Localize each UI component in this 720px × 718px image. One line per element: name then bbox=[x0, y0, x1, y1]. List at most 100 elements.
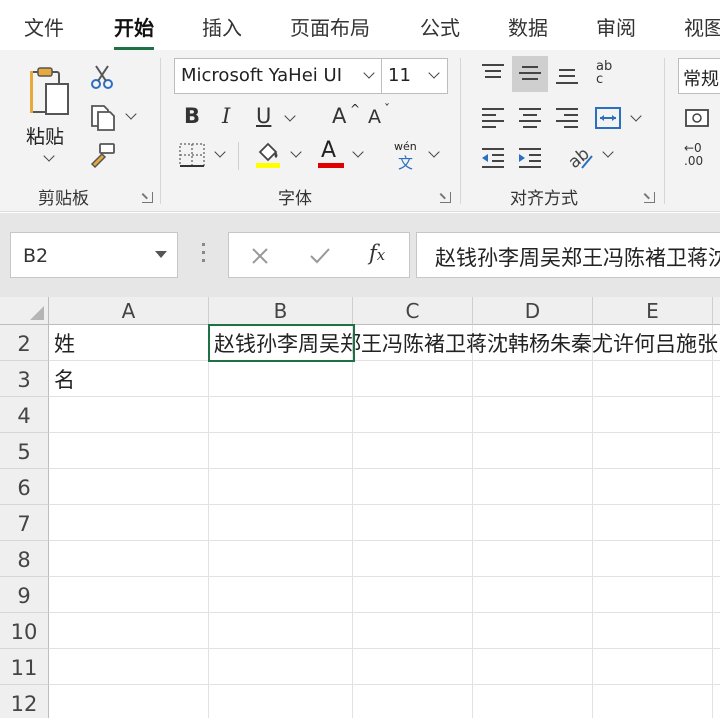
font-color-dropdown-icon[interactable] bbox=[352, 146, 364, 158]
cell-e6[interactable] bbox=[593, 469, 713, 505]
tab-insert[interactable]: 插入 bbox=[202, 12, 242, 41]
column-header-e[interactable]: E bbox=[593, 297, 713, 325]
wrap-text-button[interactable]: ab c bbox=[596, 60, 626, 94]
formula-input[interactable]: 赵钱孙李周吴郑王冯陈褚卫蒋沈韩杨朱秦尤许何吕施张 bbox=[416, 232, 720, 278]
cell-b4[interactable] bbox=[209, 397, 353, 433]
align-right-icon[interactable] bbox=[554, 106, 580, 128]
cell-b6[interactable] bbox=[209, 469, 353, 505]
font-name-select[interactable]: Microsoft YaHei UI bbox=[174, 58, 382, 94]
fill-color-dropdown-icon[interactable] bbox=[290, 146, 302, 158]
paste-button[interactable]: 粘贴 bbox=[22, 60, 78, 170]
tab-formulas[interactable]: 公式 bbox=[420, 12, 460, 41]
tab-file[interactable]: 文件 bbox=[24, 12, 64, 41]
increase-indent-icon[interactable] bbox=[517, 146, 543, 170]
cell-f9[interactable] bbox=[713, 577, 720, 613]
formula-bar-grip-icon[interactable] bbox=[202, 243, 205, 265]
orientation-dropdown-icon[interactable] bbox=[602, 146, 614, 158]
orientation-icon[interactable]: ab bbox=[566, 142, 596, 170]
align-center-icon[interactable] bbox=[517, 106, 543, 128]
cell-f11[interactable] bbox=[713, 649, 720, 685]
cell-a10[interactable] bbox=[49, 613, 209, 649]
cell-c10[interactable] bbox=[353, 613, 473, 649]
cell-a3[interactable]: 名 bbox=[49, 361, 209, 397]
cell-b12[interactable] bbox=[209, 685, 353, 718]
cell-d12[interactable] bbox=[473, 685, 593, 718]
insert-function-icon[interactable]: fx bbox=[369, 241, 385, 265]
copy-dropdown-icon[interactable] bbox=[125, 108, 137, 120]
cell-c12[interactable] bbox=[353, 685, 473, 718]
cell-a5[interactable] bbox=[49, 433, 209, 469]
cell-b3[interactable] bbox=[209, 361, 353, 397]
alignment-launcher-icon[interactable] bbox=[644, 192, 655, 203]
cell-d4[interactable] bbox=[473, 397, 593, 433]
cell-d8[interactable] bbox=[473, 541, 593, 577]
row-header-4[interactable]: 4 bbox=[0, 397, 49, 433]
column-header-f[interactable] bbox=[713, 297, 720, 325]
cell-a4[interactable] bbox=[49, 397, 209, 433]
font-color-button[interactable]: A bbox=[316, 138, 346, 170]
cell-f7[interactable] bbox=[713, 505, 720, 541]
cell-e5[interactable] bbox=[593, 433, 713, 469]
cell-a2[interactable]: 姓 bbox=[49, 325, 209, 361]
cell-e9[interactable] bbox=[593, 577, 713, 613]
borders-icon[interactable] bbox=[178, 142, 206, 168]
cell-c3[interactable] bbox=[353, 361, 473, 397]
select-all-button[interactable] bbox=[0, 297, 49, 325]
align-top-icon[interactable] bbox=[480, 62, 506, 84]
cell-c7[interactable] bbox=[353, 505, 473, 541]
cell-b5[interactable] bbox=[209, 433, 353, 469]
decrease-font-button[interactable]: A bbox=[368, 106, 381, 128]
tab-review[interactable]: 审阅 bbox=[596, 12, 636, 41]
cell-e7[interactable] bbox=[593, 505, 713, 541]
cell-c6[interactable] bbox=[353, 469, 473, 505]
align-left-icon[interactable] bbox=[480, 106, 506, 128]
cell-e11[interactable] bbox=[593, 649, 713, 685]
cell-b8[interactable] bbox=[209, 541, 353, 577]
underline-button[interactable]: U bbox=[256, 104, 271, 128]
clipboard-launcher-icon[interactable] bbox=[142, 192, 153, 203]
font-size-select[interactable]: 11 bbox=[382, 58, 448, 94]
row-header-5[interactable]: 5 bbox=[0, 433, 49, 469]
number-format-select[interactable]: 常规 bbox=[678, 58, 720, 94]
cell-c11[interactable] bbox=[353, 649, 473, 685]
copy-icon[interactable] bbox=[88, 104, 116, 132]
phonetic-button[interactable]: wén 文 bbox=[392, 138, 422, 172]
merge-dropdown-icon[interactable] bbox=[630, 110, 642, 122]
increase-decimal-icon[interactable]: ←0.00 bbox=[684, 142, 703, 168]
row-header-3[interactable]: 3 bbox=[0, 361, 49, 397]
accounting-format-icon[interactable] bbox=[684, 106, 714, 130]
fill-color-icon[interactable] bbox=[254, 140, 282, 170]
column-header-c[interactable]: C bbox=[353, 297, 473, 325]
cell-a12[interactable] bbox=[49, 685, 209, 718]
cell-b11[interactable] bbox=[209, 649, 353, 685]
cell-e3[interactable] bbox=[593, 361, 713, 397]
row-header-10[interactable]: 10 bbox=[0, 613, 49, 649]
tab-home[interactable]: 开始 bbox=[114, 12, 154, 51]
format-painter-icon[interactable] bbox=[90, 142, 118, 168]
cell-d3[interactable] bbox=[473, 361, 593, 397]
borders-dropdown-icon[interactable] bbox=[214, 146, 226, 158]
merge-center-icon[interactable] bbox=[594, 106, 622, 130]
font-launcher-icon[interactable] bbox=[440, 192, 451, 203]
row-header-8[interactable]: 8 bbox=[0, 541, 49, 577]
cell-d11[interactable] bbox=[473, 649, 593, 685]
column-header-b[interactable]: B bbox=[209, 297, 353, 325]
phonetic-dropdown-icon[interactable] bbox=[428, 146, 440, 158]
tab-view[interactable]: 视图 bbox=[684, 12, 720, 41]
cell-a11[interactable] bbox=[49, 649, 209, 685]
cell-f6[interactable] bbox=[713, 469, 720, 505]
bold-button[interactable]: B bbox=[184, 104, 200, 128]
cell-a7[interactable] bbox=[49, 505, 209, 541]
row-header-6[interactable]: 6 bbox=[0, 469, 49, 505]
cell-a8[interactable] bbox=[49, 541, 209, 577]
cell-f4[interactable] bbox=[713, 397, 720, 433]
cell-b10[interactable] bbox=[209, 613, 353, 649]
cell-d10[interactable] bbox=[473, 613, 593, 649]
cell-c9[interactable] bbox=[353, 577, 473, 613]
cell-d9[interactable] bbox=[473, 577, 593, 613]
italic-button[interactable]: I bbox=[222, 104, 230, 128]
name-box[interactable]: B2 bbox=[10, 232, 178, 278]
cell-a6[interactable] bbox=[49, 469, 209, 505]
cell-f5[interactable] bbox=[713, 433, 720, 469]
align-bottom-icon[interactable] bbox=[554, 62, 580, 86]
